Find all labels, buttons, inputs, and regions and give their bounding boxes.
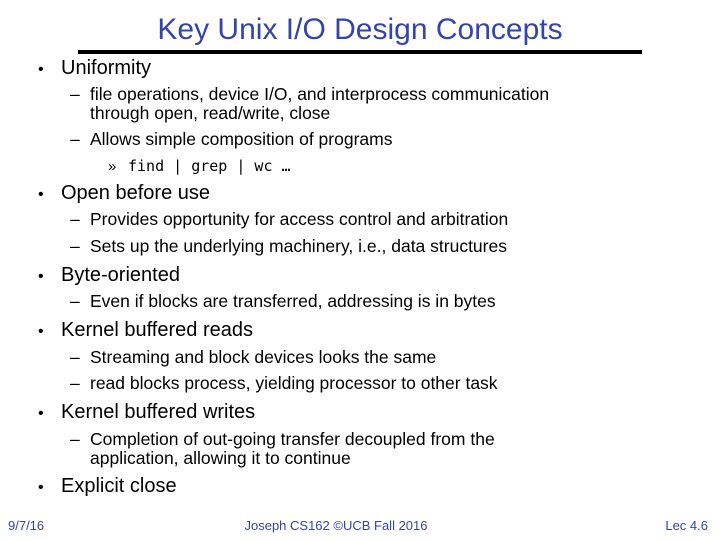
subitem-text: read blocks process, yielding processor … (90, 373, 498, 393)
subitem-text: Provides opportunity for access control … (90, 209, 509, 229)
bullet-uniformity: • Uniformity (38, 57, 151, 81)
subitem: – Even if blocks are transferred, address… (70, 292, 496, 311)
dash-marker: – (70, 236, 80, 256)
subitem-text-continued: through open, read/write, close (90, 103, 331, 123)
subitem-text: Even if blocks are transferred, addressi… (90, 291, 496, 311)
bullet-marker: • (38, 323, 44, 340)
subitem-text: Allows simple composition of programs (90, 129, 393, 149)
subitem-text: Completion of out-going transfer decoupl… (90, 429, 495, 449)
subitem: – Streaming and block devices looks the s… (70, 348, 436, 367)
dash-marker: – (70, 347, 80, 367)
raquo-marker: » (108, 158, 117, 175)
bullet-label: Kernel buffered reads (61, 319, 253, 341)
footer-course: Joseph CS162 ©UCB Fall 2016 (244, 518, 428, 533)
dash-marker: – (70, 373, 80, 393)
bullet-explicit-close: • Explicit close (38, 475, 177, 499)
bullet-kernel-buffered-writes: • Kernel buffered writes (38, 401, 255, 425)
bullet-marker: • (38, 61, 44, 78)
subitem-text: Streaming and block devices looks the sa… (90, 347, 437, 367)
bullet-label: Kernel buffered writes (61, 401, 256, 423)
subitem-text: Sets up the underlying machinery, i.e., … (90, 236, 507, 256)
dash-marker: – (70, 129, 80, 149)
dash-marker: – (70, 429, 80, 449)
subitem: – Sets up the underlying machinery, i.e.,… (70, 237, 507, 256)
bullet-open-before-use: • Open before use (38, 182, 210, 206)
bullet-label: Open before use (61, 182, 210, 204)
code-example: » find | grep | wc … (108, 157, 291, 176)
title-underline (78, 50, 642, 54)
bullet-label: Explicit close (61, 475, 177, 497)
subitem: – read blocks process, yielding processor… (70, 374, 498, 393)
bullet-kernel-buffered-reads: • Kernel buffered reads (38, 319, 253, 343)
subitem: – Allows simple composition of programs (70, 130, 392, 149)
footer-page-number: Lec 4.6 (665, 518, 708, 533)
bullet-label: Byte-oriented (61, 264, 180, 286)
bullet-label: Uniformity (61, 57, 152, 79)
subitem: – Completion of out-going transfer decoup… (70, 430, 495, 468)
bullet-marker: • (38, 405, 44, 422)
dash-marker: – (70, 291, 80, 311)
bullet-marker: • (38, 268, 44, 285)
slide-title: Key Unix I/O Design Concepts (0, 12, 720, 48)
bullet-marker: • (38, 479, 44, 496)
bullet-marker: • (38, 186, 44, 203)
dash-marker: – (70, 209, 80, 229)
subitem: – file operations, device I/O, and interp… (70, 85, 549, 123)
subitem-text: file operations, device I/O, and interpr… (90, 84, 550, 104)
subitem: – Provides opportunity for access control… (70, 210, 508, 229)
bullet-byte-oriented: • Byte-oriented (38, 264, 180, 288)
slide-title-text: Key Unix I/O Design Concepts (157, 13, 563, 46)
code-text: find | grep | wc … (128, 157, 291, 175)
dash-marker: – (70, 84, 80, 104)
subitem-text-continued: application, allowing it to continue (90, 448, 351, 468)
